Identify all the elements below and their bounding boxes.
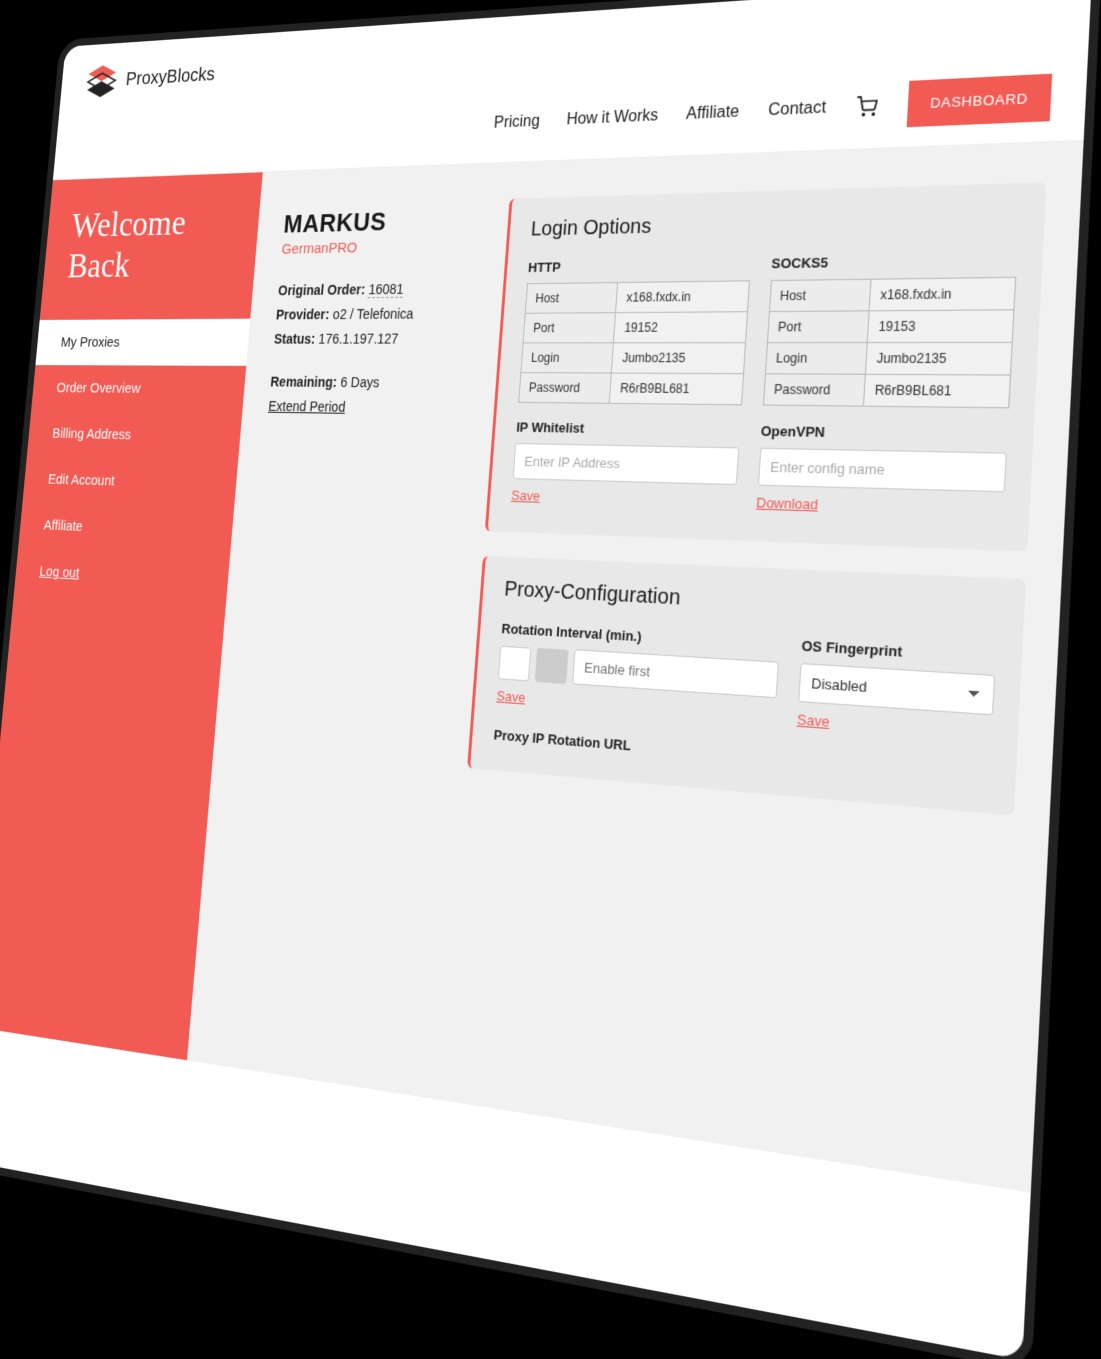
brand-name: ProxyBlocks xyxy=(125,64,216,91)
os-save-link[interactable]: Save xyxy=(797,711,830,730)
login-options-panel: Login Options HTTP Hostx168.fxdx.in Port… xyxy=(485,182,1047,551)
nav-affiliate[interactable]: Affiliate xyxy=(686,102,740,123)
openvpn-download-link[interactable]: Download xyxy=(756,494,819,512)
nav-contact[interactable]: Contact xyxy=(768,98,827,120)
sidebar-item-logout[interactable]: Log out xyxy=(14,548,230,606)
sidebar-item-billing[interactable]: Billing Address xyxy=(27,411,242,462)
sidebar-item-my-proxies[interactable]: My Proxies xyxy=(35,319,255,366)
ip-whitelist-label: IP Whitelist xyxy=(516,419,741,438)
welcome-line1: Welcome xyxy=(70,203,188,245)
http-host-value[interactable]: x168.fxdx.in xyxy=(616,281,749,313)
socks5-host-value[interactable]: x168.fxdx.in xyxy=(869,277,1016,311)
http-password-value[interactable]: R6rB9BL681 xyxy=(610,373,743,405)
plan-name: GermanPRO xyxy=(281,237,488,258)
status-value: 176.1.197.127 xyxy=(318,331,399,347)
socks5-label: SOCKS5 xyxy=(771,251,1018,271)
account-summary: MARKUS GermanPRO Original Order: 16081 P… xyxy=(238,199,491,791)
main-content: MARKUS GermanPRO Original Order: 16081 P… xyxy=(187,141,1084,1193)
provider-row: Provider: o2 / Telefonica xyxy=(275,301,483,327)
welcome-heading: Welcome Back xyxy=(40,201,261,320)
http-password-label: Password xyxy=(519,373,612,404)
socks5-port-value[interactable]: 19153 xyxy=(867,310,1014,343)
socks5-password-label: Password xyxy=(763,374,865,406)
nav-pricing[interactable]: Pricing xyxy=(493,112,540,132)
rotation-toggle-on[interactable] xyxy=(535,647,569,683)
order-row: Original Order: 16081 xyxy=(277,276,485,303)
http-block: HTTP Hostx168.fxdx.in Port19152 LoginJum… xyxy=(511,256,751,512)
socks5-login-value[interactable]: Jumbo2135 xyxy=(865,342,1012,375)
remaining-value: 6 Days xyxy=(340,374,380,390)
socks5-table: Hostx168.fxdx.in Port19153 LoginJumbo213… xyxy=(762,277,1016,409)
http-port-label: Port xyxy=(523,313,616,343)
cart-icon[interactable] xyxy=(855,95,878,117)
http-host-label: Host xyxy=(525,283,618,314)
order-value: 16081 xyxy=(368,281,404,298)
socks5-password-value[interactable]: R6rB9BL681 xyxy=(863,374,1010,407)
rotation-toggle-off[interactable] xyxy=(498,645,531,681)
socks5-host-label: Host xyxy=(769,279,871,311)
status-row: Status: 176.1.197.127 xyxy=(273,327,481,353)
rotation-interval-input[interactable] xyxy=(572,649,779,698)
rotation-block: Rotation Interval (min.) Save xyxy=(496,621,781,729)
socks5-block: SOCKS5 Hostx168.fxdx.in Port19153 LoginJ… xyxy=(756,251,1018,521)
os-fingerprint-label: OS Fingerprint xyxy=(801,637,997,665)
socks5-login-label: Login xyxy=(765,343,867,375)
openvpn-input[interactable] xyxy=(757,448,1007,493)
proxy-config-title: Proxy-Configuration xyxy=(504,578,1000,628)
os-fingerprint-select[interactable]: Disabled xyxy=(798,663,995,715)
sidebar-item-edit-account[interactable]: Edit Account xyxy=(23,456,239,509)
remaining-row: Remaining: 6 Days xyxy=(269,369,478,396)
welcome-line2: Back xyxy=(66,245,131,285)
http-table: Hostx168.fxdx.in Port19152 LoginJumbo213… xyxy=(518,280,749,405)
login-options-title: Login Options xyxy=(530,205,1020,241)
logo[interactable]: ProxyBlocks xyxy=(83,55,216,101)
ip-save-link[interactable]: Save xyxy=(511,487,541,503)
username: MARKUS xyxy=(283,203,491,239)
ip-whitelist-input[interactable] xyxy=(513,443,739,485)
dashboard-button[interactable]: DASHBOARD xyxy=(907,74,1052,128)
sidebar-item-order-overview[interactable]: Order Overview xyxy=(31,365,246,413)
openvpn-label: OpenVPN xyxy=(760,423,1008,444)
http-login-label: Login xyxy=(521,343,614,373)
extend-period-link[interactable]: Extend Period xyxy=(268,398,346,415)
nav-how-it-works[interactable]: How it Works xyxy=(566,106,659,129)
os-fingerprint-block: OS Fingerprint Disabled Save xyxy=(796,637,996,744)
rotation-save-link[interactable]: Save xyxy=(496,688,526,706)
right-column: Login Options HTTP Hostx168.fxdx.in Port… xyxy=(465,182,1046,844)
http-port-value[interactable]: 19152 xyxy=(614,312,747,343)
provider-value: o2 / Telefonica xyxy=(332,306,414,322)
proxy-config-panel: Proxy-Configuration Rotation Interval (m… xyxy=(467,556,1026,816)
http-login-value[interactable]: Jumbo2135 xyxy=(612,343,745,374)
http-label: HTTP xyxy=(528,256,751,275)
stack-icon xyxy=(83,61,119,101)
socks5-port-label: Port xyxy=(767,311,869,343)
